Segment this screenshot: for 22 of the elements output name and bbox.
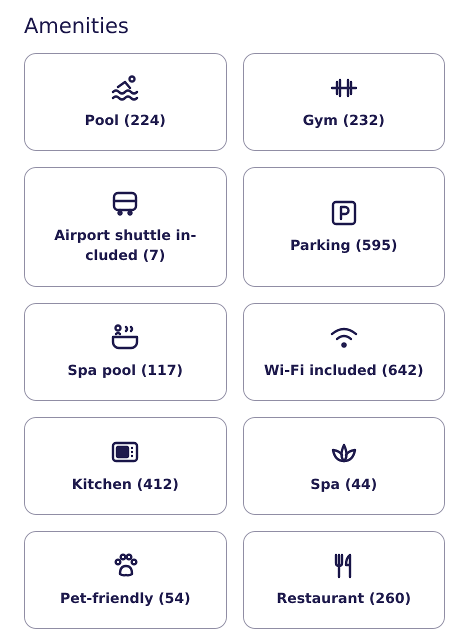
amenity-card[interactable]: Restaurant (260) <box>242 531 445 630</box>
amenity-card[interactable]: Parking (595) <box>242 167 445 288</box>
amenity-label: Wi-Fi included (642) <box>264 362 424 382</box>
amenity-label: Pool (224) <box>84 112 166 132</box>
amenity-card[interactable]: Pet-friendly (54) <box>24 531 226 630</box>
amenity-label: Pet-friendly (54) <box>60 590 191 610</box>
amenity-card[interactable]: Airport shuttle in-cluded (7) <box>24 167 226 288</box>
amenity-card[interactable]: Pool (224) <box>24 53 226 152</box>
section-title: Amenities <box>24 14 130 40</box>
amenity-card[interactable]: Kitchen (412) <box>24 417 226 516</box>
amenity-label: Parking (595) <box>290 237 398 256</box>
amenity-card[interactable]: Gym (232) <box>242 53 445 152</box>
amenity-label: Spa (44) <box>310 476 378 496</box>
amenity-label: Spa pool (117) <box>68 362 183 382</box>
amenity-label: Gym (232) <box>302 112 385 132</box>
swimmer-icon <box>110 73 140 104</box>
amenity-label: Restaurant (260) <box>276 590 412 610</box>
amenity-label: Kitchen (412) <box>72 476 179 496</box>
amenity-card[interactable]: Wi-Fi included (642) <box>242 303 445 402</box>
amenity-card[interactable]: Spa pool (117) <box>24 303 226 402</box>
amenity-label: Airport shuttle in-cluded (7) <box>53 226 198 266</box>
amenity-card[interactable]: Spa (44) <box>242 417 445 516</box>
